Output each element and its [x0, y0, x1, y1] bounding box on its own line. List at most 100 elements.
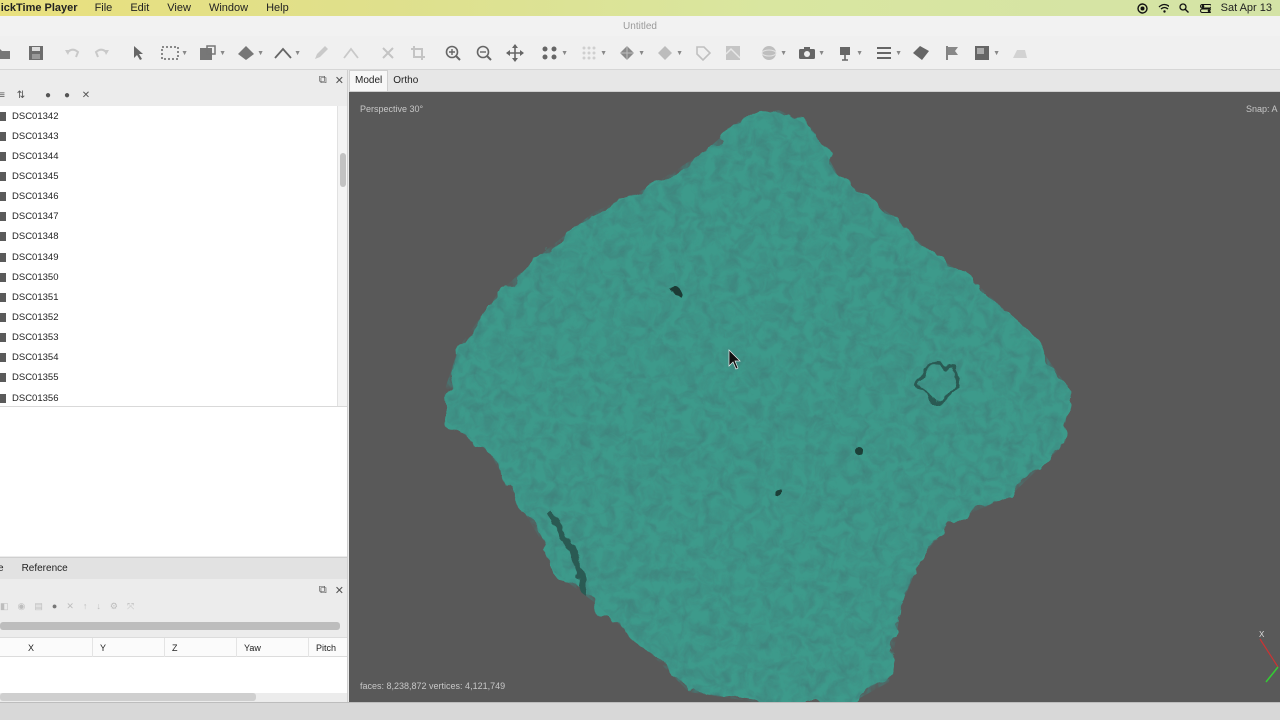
menu-help[interactable]: Help — [257, 2, 298, 14]
down-icon[interactable]: ↓ — [96, 601, 101, 611]
tab-ortho[interactable]: Ortho — [388, 71, 423, 91]
photo-label: DSC01353 — [12, 332, 59, 344]
list-item[interactable]: DSC01354 — [0, 348, 338, 368]
undo-icon[interactable] — [62, 44, 82, 62]
close-ref-pane-icon[interactable]: ✕ — [335, 584, 344, 597]
record-ref-icon[interactable]: ● — [52, 601, 57, 611]
reference-table-hscrollbar[interactable] — [0, 693, 256, 701]
col-x[interactable]: X — [28, 643, 34, 653]
clear-icon[interactable]: ✕ — [66, 601, 74, 612]
photo-label: DSC01348 — [12, 231, 59, 243]
menu-view[interactable]: View — [158, 2, 200, 14]
col-pitch[interactable]: Pitch — [316, 643, 336, 653]
menubar-clock[interactable]: Sat Apr 13 — [1221, 2, 1272, 14]
ruler-icon[interactable]: ▼ — [273, 44, 301, 62]
move-icon[interactable] — [505, 44, 525, 62]
photo-label: DSC01354 — [12, 352, 59, 364]
delete-icon[interactable] — [378, 44, 398, 62]
float-ref-pane-icon[interactable]: ⧉ — [319, 584, 327, 597]
spotlight-search-icon[interactable] — [1179, 3, 1190, 14]
mesh-icon[interactable]: ▼ — [617, 44, 645, 62]
select-icon[interactable] — [128, 44, 148, 62]
app-menu[interactable]: uickTime Player — [0, 2, 86, 14]
up-icon[interactable]: ↑ — [83, 601, 88, 611]
shape-icon[interactable]: ▼ — [236, 44, 264, 62]
list-item[interactable]: DSC01350 — [0, 267, 338, 287]
wifi-icon[interactable] — [1158, 3, 1169, 14]
table-icon[interactable]: ▤ — [34, 601, 43, 612]
texture-icon[interactable] — [723, 44, 743, 62]
list-item[interactable]: DSC01352 — [0, 307, 338, 327]
remove-icon[interactable]: ✕ — [80, 90, 92, 101]
zoom-in-icon[interactable] — [443, 44, 463, 62]
photo-label: DSC01344 — [12, 150, 59, 162]
grid-icon[interactable]: ▼ — [579, 44, 607, 62]
convert-icon[interactable]: ⤧ — [127, 601, 134, 612]
model-viewport[interactable]: Perspective 30° Snap: A faces: 8,238,872… — [349, 92, 1280, 702]
points-icon[interactable]: ▼ — [540, 44, 568, 62]
photo-icon — [0, 312, 6, 322]
list-item[interactable]: DSC01347 — [0, 207, 338, 227]
list-item[interactable]: DSC01342 — [0, 106, 338, 126]
tab-reference[interactable]: Reference — [10, 563, 74, 574]
open-icon[interactable] — [0, 44, 12, 62]
col-yaw[interactable]: Yaw — [244, 643, 261, 653]
photo-icon — [0, 353, 6, 363]
photo-icon — [0, 252, 6, 262]
list-item[interactable]: DSC01356 — [0, 388, 338, 406]
col-y[interactable]: Y — [100, 643, 106, 653]
record-icon[interactable] — [1136, 2, 1148, 14]
photo-label: DSC01342 — [12, 110, 59, 122]
marker-icon[interactable]: ▼ — [835, 44, 863, 62]
list-icon[interactable]: ▼ — [874, 44, 902, 62]
control-center-icon[interactable] — [1199, 3, 1211, 14]
zoom-out-icon[interactable] — [474, 44, 494, 62]
image-icon[interactable]: ▼ — [972, 44, 1000, 62]
list-item[interactable]: DSC01345 — [0, 166, 338, 186]
crop-icon[interactable] — [408, 44, 428, 62]
camera-icon[interactable]: ▼ — [797, 44, 825, 62]
menu-file[interactable]: File — [86, 2, 122, 14]
macos-menubar: uickTime Player File Edit View Window He… — [0, 0, 1280, 16]
tab-model[interactable]: Model — [349, 70, 389, 91]
reference-hscrollbar[interactable] — [0, 622, 340, 630]
tab-partial[interactable]: e — [0, 563, 10, 574]
redo-icon[interactable] — [92, 44, 112, 62]
flag-icon[interactable] — [942, 44, 962, 62]
photo-list-scrollbar[interactable] — [337, 106, 347, 406]
lasso-icon[interactable]: ▼ — [198, 44, 226, 62]
reef-model[interactable] — [349, 92, 1280, 702]
reference-table-body — [0, 657, 347, 693]
settings-icon[interactable]: ⚙ — [110, 601, 118, 612]
list-item[interactable]: DSC01348 — [0, 227, 338, 247]
polyline-icon[interactable] — [341, 44, 361, 62]
export-icon[interactable]: ◉ — [18, 601, 26, 612]
list-item[interactable]: DSC01344 — [0, 146, 338, 166]
tag-icon[interactable] — [693, 44, 713, 62]
scrollbar-thumb[interactable] — [340, 153, 346, 187]
menu-edit[interactable]: Edit — [121, 2, 158, 14]
erase-icon[interactable] — [1010, 44, 1030, 62]
save-icon[interactable] — [26, 44, 46, 62]
list-item[interactable]: DSC01349 — [0, 247, 338, 267]
disable-icon[interactable]: ● — [61, 90, 73, 101]
rect-select-icon[interactable]: ▼ — [160, 44, 188, 62]
sphere-icon[interactable]: ▼ — [759, 44, 787, 62]
import-icon[interactable]: ◧ — [0, 601, 9, 612]
filter-icon[interactable]: ≡ — [0, 90, 8, 101]
list-item[interactable]: DSC01355 — [0, 368, 338, 388]
list-item[interactable]: DSC01346 — [0, 187, 338, 207]
sort-icon[interactable]: ⇅ — [15, 90, 27, 101]
list-item[interactable]: DSC01343 — [0, 126, 338, 146]
enable-icon[interactable]: ● — [42, 90, 54, 101]
diamond-icon[interactable]: ▼ — [655, 44, 683, 62]
col-z[interactable]: Z — [172, 643, 178, 653]
snap-label: Snap: A — [1246, 104, 1278, 114]
menu-window[interactable]: Window — [200, 2, 257, 14]
list-item[interactable]: DSC01351 — [0, 287, 338, 307]
photo-icon — [0, 272, 6, 282]
pencil-icon[interactable] — [311, 44, 331, 62]
shape-tool-icon[interactable] — [911, 44, 931, 62]
list-item[interactable]: DSC01353 — [0, 328, 338, 348]
photo-icon — [0, 131, 6, 141]
